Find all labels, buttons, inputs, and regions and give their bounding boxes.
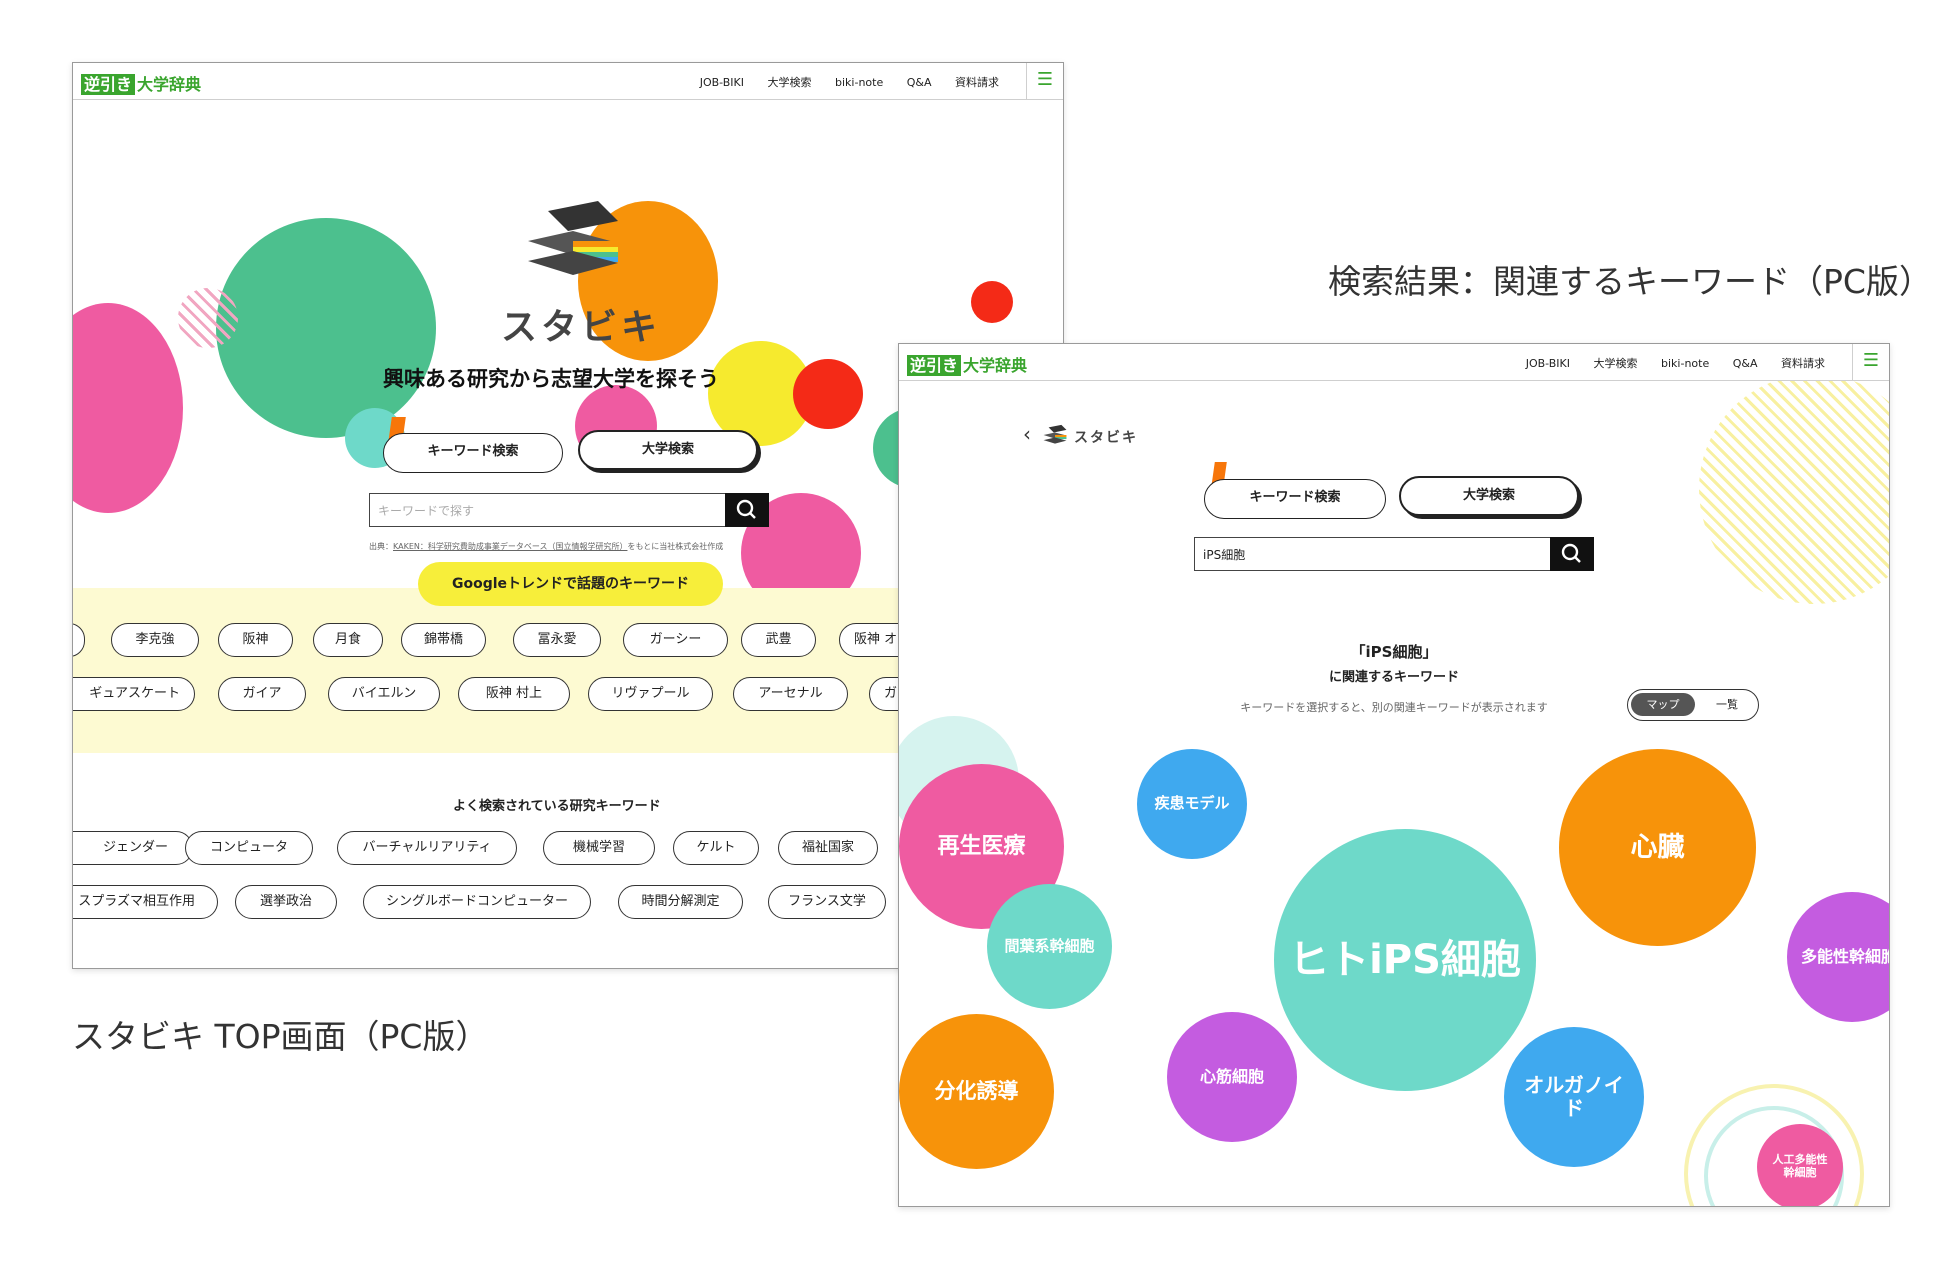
nav-university-search[interactable]: 大学検索: [768, 76, 812, 89]
toggle-map[interactable]: マップ: [1631, 693, 1695, 716]
trend-keyword-5[interactable]: 冨永愛: [513, 623, 601, 657]
popular-keyword-4[interactable]: ケルト: [673, 831, 759, 865]
search-box: キーワードで探す: [369, 493, 769, 527]
search-button[interactable]: [725, 493, 769, 527]
caption-result: 検索結果：関連するキーワード（PC版）: [1328, 262, 1932, 301]
decor-circle-pink: [73, 303, 183, 513]
bubble-cardio[interactable]: 心筋細胞: [1167, 1012, 1297, 1142]
tab-keyword-search-result[interactable]: キーワード検索: [1204, 479, 1386, 519]
search-box-result: iPS細胞: [1194, 537, 1594, 571]
popular-keyword-2[interactable]: バーチャルリアリティ: [337, 831, 517, 865]
popular-keyword-5[interactable]: 福祉国家: [778, 831, 878, 865]
result-subheading: に関連するキーワード: [1328, 670, 1459, 685]
site-logo[interactable]: 逆引き 大学辞典: [81, 71, 201, 95]
site-header-result: 逆引き 大学辞典 JOB-BIKI 大学検索 biki-note Q&A 資料請求…: [899, 344, 1889, 381]
source-note: 出典：KAKEN：科学研究費助成事業データベース（国立情報学研究所）をもとに当社…: [369, 542, 724, 551]
nav-qa-result[interactable]: Q&A: [1733, 357, 1758, 370]
nav-biki-note-result[interactable]: biki-note: [1661, 357, 1709, 370]
decor-circle-red: [793, 359, 863, 429]
tab-keyword-search[interactable]: キーワード検索: [383, 433, 563, 473]
trend-keyword-3[interactable]: 月食: [313, 623, 383, 657]
result-screen-panel: 逆引き 大学辞典 JOB-BIKI 大学検索 biki-note Q&A 資料請求…: [898, 343, 1890, 1207]
search-input[interactable]: キーワードで探す: [378, 502, 474, 519]
popular-keyword-10[interactable]: フランス文学: [768, 885, 886, 919]
decor-stripe-yellow: [1699, 374, 1889, 604]
site-logo-result[interactable]: 逆引き 大学辞典: [907, 352, 1027, 376]
popular-keyword-1[interactable]: コンピュータ: [185, 831, 313, 865]
bubble-organoid[interactable]: オルガノイド: [1504, 1027, 1644, 1167]
book-stack-small-icon: [1043, 424, 1067, 444]
header-nav-result: JOB-BIKI 大学検索 biki-note Q&A 資料請求: [1506, 355, 1825, 371]
popular-title: よく検索されている研究キーワード: [453, 799, 661, 814]
result-heading: 「iPS細胞」: [1350, 643, 1438, 661]
hamburger-icon-result[interactable]: ☰: [1852, 344, 1889, 380]
tab-university-search[interactable]: 大学検索: [578, 430, 758, 470]
decor-circle-green: [216, 218, 436, 438]
bubble-artificial[interactable]: 人工多能性幹細胞: [1757, 1124, 1843, 1206]
search-icon: [736, 499, 756, 519]
trend-keyword-9[interactable]: ギュアスケート: [73, 677, 195, 711]
trend-keyword-7[interactable]: 武豊: [741, 623, 816, 657]
bubble-mesen[interactable]: 間葉系幹細胞: [987, 884, 1112, 1009]
trend-keyword-14[interactable]: アーセナル: [733, 677, 848, 711]
search-icon-result: [1561, 543, 1581, 563]
trend-keyword-12[interactable]: 阪神 村上: [458, 677, 570, 711]
trend-keyword-13[interactable]: リヴァプール: [588, 677, 713, 711]
hamburger-icon[interactable]: ☰: [1026, 63, 1063, 99]
trend-button[interactable]: Googleトレンドで話題のキーワード: [418, 562, 723, 606]
nav-job-biki-result[interactable]: JOB-BIKI: [1526, 357, 1570, 370]
toggle-list[interactable]: 一覧: [1700, 693, 1754, 716]
nav-job-biki[interactable]: JOB-BIKI: [700, 76, 744, 89]
view-toggle: マップ 一覧: [1627, 689, 1759, 721]
popular-keyword-7[interactable]: 選挙政治: [235, 885, 337, 919]
decor-circle-red-small: [971, 281, 1013, 323]
decor-stripe-pink: [178, 288, 238, 348]
trend-keyword-2[interactable]: 阪神: [218, 623, 293, 657]
trend-keyword-11[interactable]: バイエルン: [328, 677, 440, 711]
source-link[interactable]: KAKEN：科学研究費助成事業データベース（国立情報学研究所）: [393, 542, 627, 551]
popular-keyword-6[interactable]: スプラズマ相互作用: [73, 885, 218, 919]
nav-biki-note[interactable]: biki-note: [835, 76, 883, 89]
tab-university-search-result[interactable]: 大学検索: [1399, 476, 1579, 516]
site-header: 逆引き 大学辞典 JOB-BIKI 大学検索 biki-note Q&A 資料請求…: [73, 63, 1063, 100]
brand-title: スタビキ: [501, 307, 662, 348]
trend-keyword-4[interactable]: 錦帯橋: [401, 623, 486, 657]
popular-keyword-0[interactable]: ジェンダー: [73, 831, 193, 865]
popular-keyword-9[interactable]: 時間分解測定: [618, 885, 743, 919]
popular-keyword-8[interactable]: シングルボードコンピューター: [363, 885, 591, 919]
trend-keyword-10[interactable]: ガイア: [218, 677, 306, 711]
nav-university-search-result[interactable]: 大学検索: [1594, 357, 1638, 370]
nav-request-docs[interactable]: 資料請求: [955, 76, 999, 89]
search-button-result[interactable]: [1550, 537, 1594, 571]
search-input-result[interactable]: iPS細胞: [1203, 546, 1245, 563]
brand-title-small: スタビキ: [1074, 430, 1138, 446]
popular-keyword-3[interactable]: 機械学習: [543, 831, 655, 865]
trend-keyword-1[interactable]: 李克強: [111, 623, 199, 657]
header-nav: JOB-BIKI 大学検索 biki-note Q&A 資料請求: [680, 74, 999, 90]
bubble-heart[interactable]: 心臓: [1559, 749, 1756, 946]
nav-qa[interactable]: Q&A: [907, 76, 932, 89]
tagline: 興味ある研究から志望大学を探そう: [383, 367, 719, 391]
bubble-pluri[interactable]: 多能性幹細胞: [1787, 892, 1889, 1022]
bubble-center[interactable]: ヒトiPS細胞: [1274, 829, 1536, 1091]
bubble-diff[interactable]: 分化誘導: [899, 1014, 1054, 1169]
bubble-disease[interactable]: 疾患モデル: [1137, 749, 1247, 859]
nav-request-docs-result[interactable]: 資料請求: [1781, 357, 1825, 370]
caption-top: スタビキ TOP画面（PC版）: [72, 1017, 489, 1056]
book-stack-icon: [528, 201, 618, 275]
chevron-left-icon[interactable]: ‹: [1023, 422, 1031, 446]
trend-keyword-6[interactable]: ガーシー: [623, 623, 728, 657]
